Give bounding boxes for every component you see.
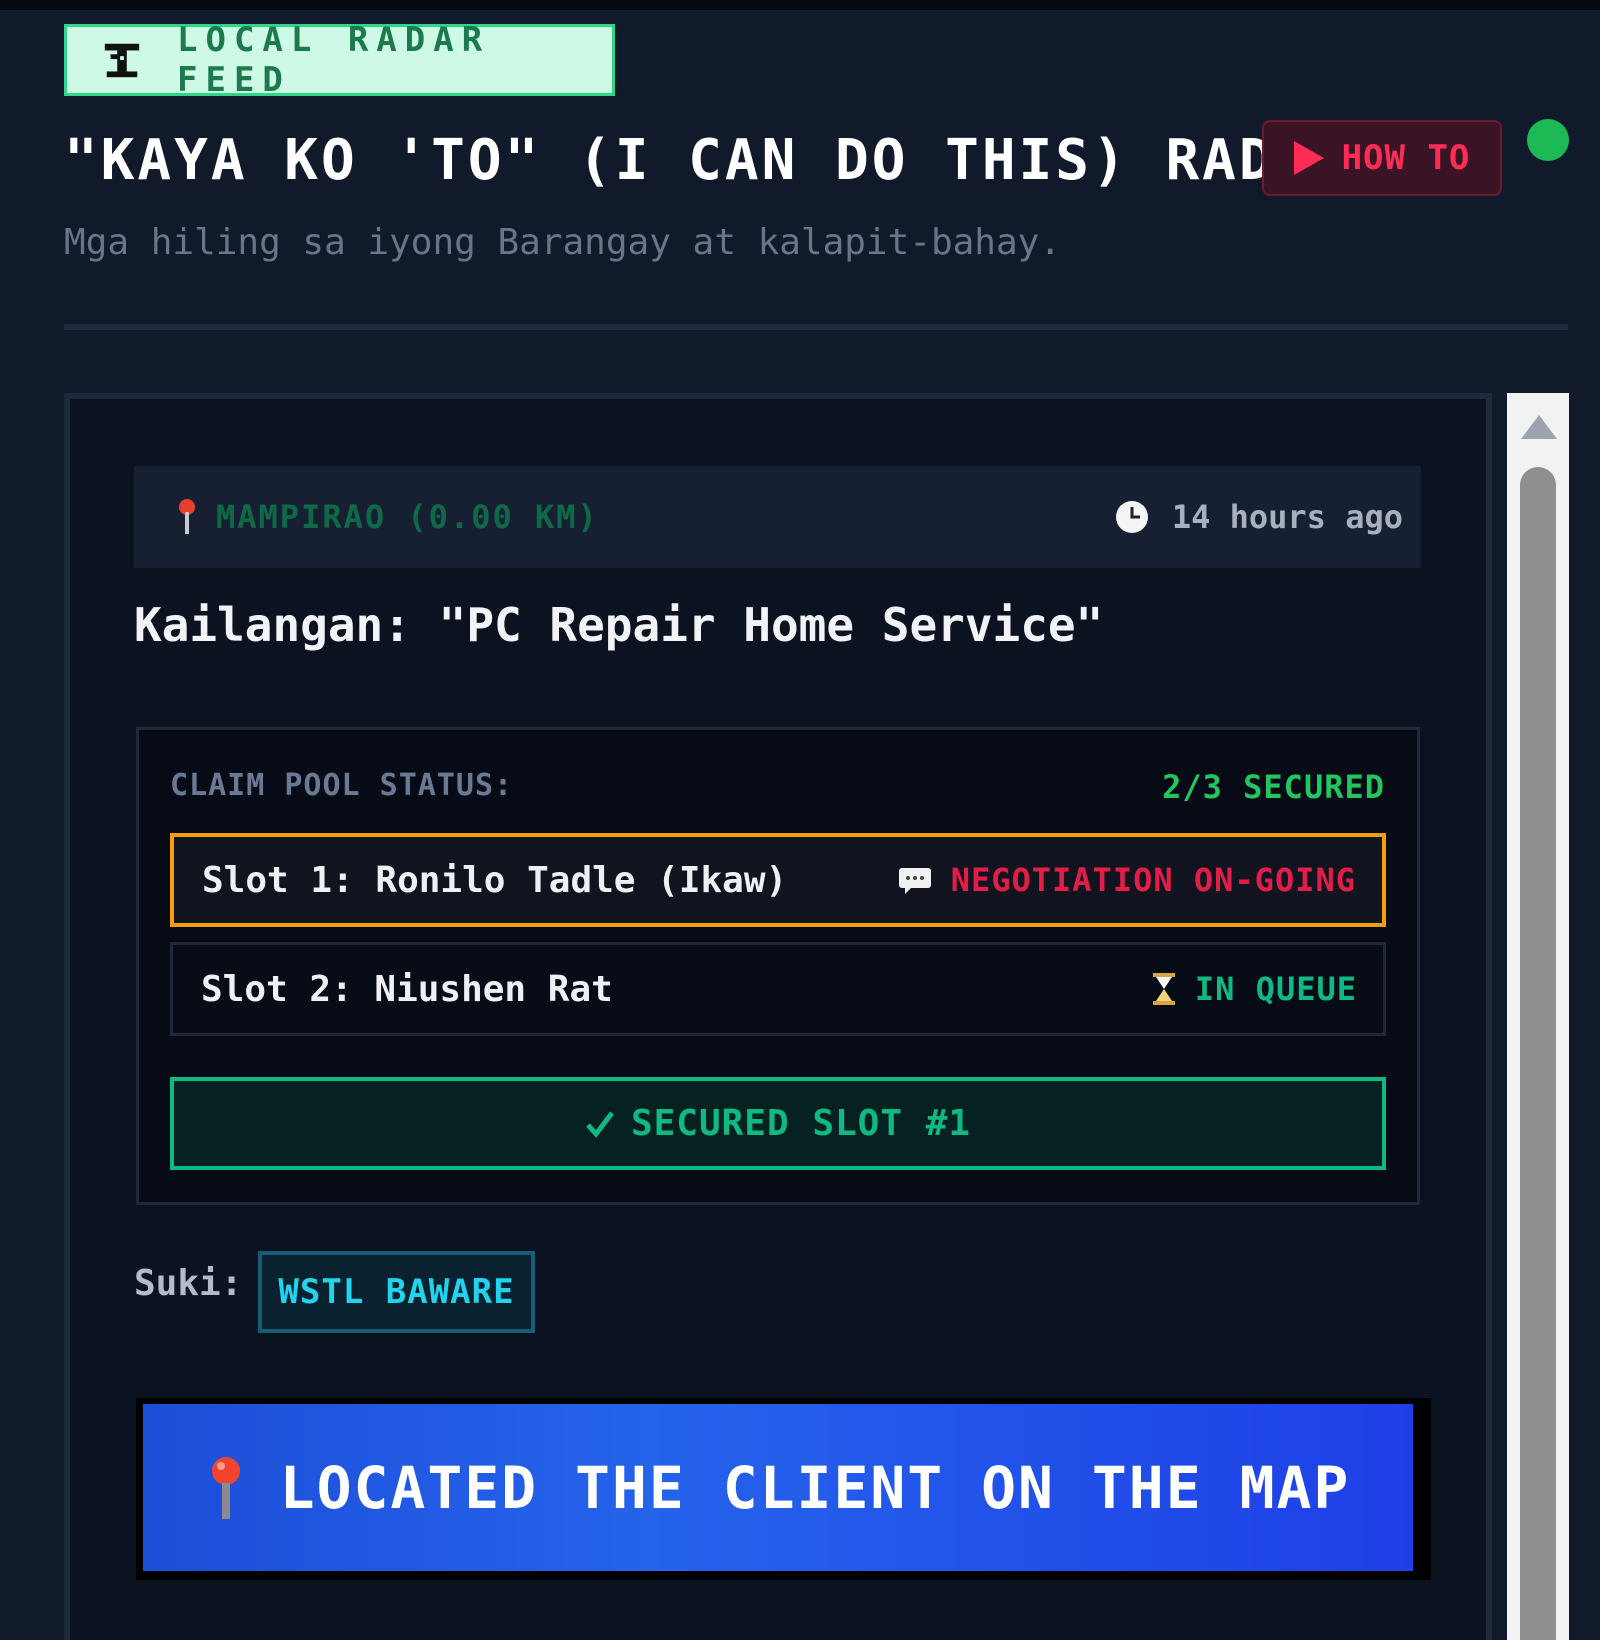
scroll-up-arrow-icon[interactable] (1521, 415, 1557, 439)
slot-2-status-text: IN QUEUE (1194, 970, 1357, 1008)
location-group: MAMPIRAO (0.00 KM) (176, 498, 599, 536)
feed-tag-label: LOCAL RADAR FEED (177, 20, 491, 100)
claim-slot-2[interactable]: Slot 2: Niushen Rat IN QUEUE (170, 942, 1386, 1036)
claim-pool-secured-count: 2/3 SECURED (1162, 768, 1385, 806)
request-need-title: Kailangan: "PC Repair Home Service" (134, 598, 1104, 652)
secured-slot-button[interactable]: SECURED SLOT #1 (170, 1077, 1386, 1170)
clock-icon (1115, 501, 1148, 533)
suki-name: WSTL BAWARE (278, 1272, 515, 1312)
header-divider (64, 324, 1568, 330)
request-card-header: MAMPIRAO (0.00 KM) 14 hours ago (134, 466, 1421, 568)
hourglass-icon (1152, 973, 1175, 1005)
locate-client-map-label: LOCATED THE CLIENT ON THE MAP (279, 1453, 1351, 1522)
scrollbar-thumb[interactable] (1520, 467, 1556, 1640)
claim-pool-label: CLAIM POOL STATUS: (170, 768, 514, 803)
check-icon (586, 1110, 614, 1138)
request-location: MAMPIRAO (0.00 KM) (216, 498, 599, 536)
map-pin-icon (211, 1456, 240, 1519)
time-group: 14 hours ago (1114, 498, 1403, 536)
vertical-scrollbar[interactable] (1507, 393, 1569, 1640)
local-radar-feed-tag: LOCAL RADAR FEED (64, 20, 615, 100)
suki-badge[interactable]: WSTL BAWARE (258, 1251, 535, 1333)
top-edge (0, 0, 1600, 10)
how-to-button[interactable]: HOW TO (1262, 120, 1502, 196)
slot-1-status: NEGOTIATION ON-GOING (897, 861, 1356, 899)
slot-1-status-text: NEGOTIATION ON-GOING (950, 861, 1356, 899)
request-posted-time: 14 hours ago (1171, 498, 1403, 536)
play-icon (1293, 141, 1324, 175)
online-status-indicator (1527, 119, 1569, 161)
slot-2-status: IN QUEUE (1151, 970, 1357, 1008)
how-to-label: HOW TO (1341, 138, 1471, 178)
suki-label: Suki: (134, 1263, 243, 1304)
secured-slot-label: SECURED SLOT #1 (630, 1103, 972, 1144)
chat-icon (898, 868, 931, 894)
page-subtitle: Mga hiling sa iyong Barangay at kalapit-… (64, 222, 1061, 263)
locate-client-map-button[interactable]: LOCATED THE CLIENT ON THE MAP (143, 1404, 1413, 1571)
slot-1-name: Slot 1: Ronilo Tadle (Ikaw) (202, 859, 788, 901)
location-pin-icon (179, 499, 195, 534)
page-title: "KAYA KO 'TO" (I CAN DO THIS) RADAR (64, 127, 1350, 193)
claim-slot-1[interactable]: Slot 1: Ronilo Tadle (Ikaw) NEGOTIATION … (170, 833, 1386, 927)
slot-2-name: Slot 2: Niushen Rat (201, 968, 613, 1010)
radar-dish-icon (104, 43, 140, 78)
